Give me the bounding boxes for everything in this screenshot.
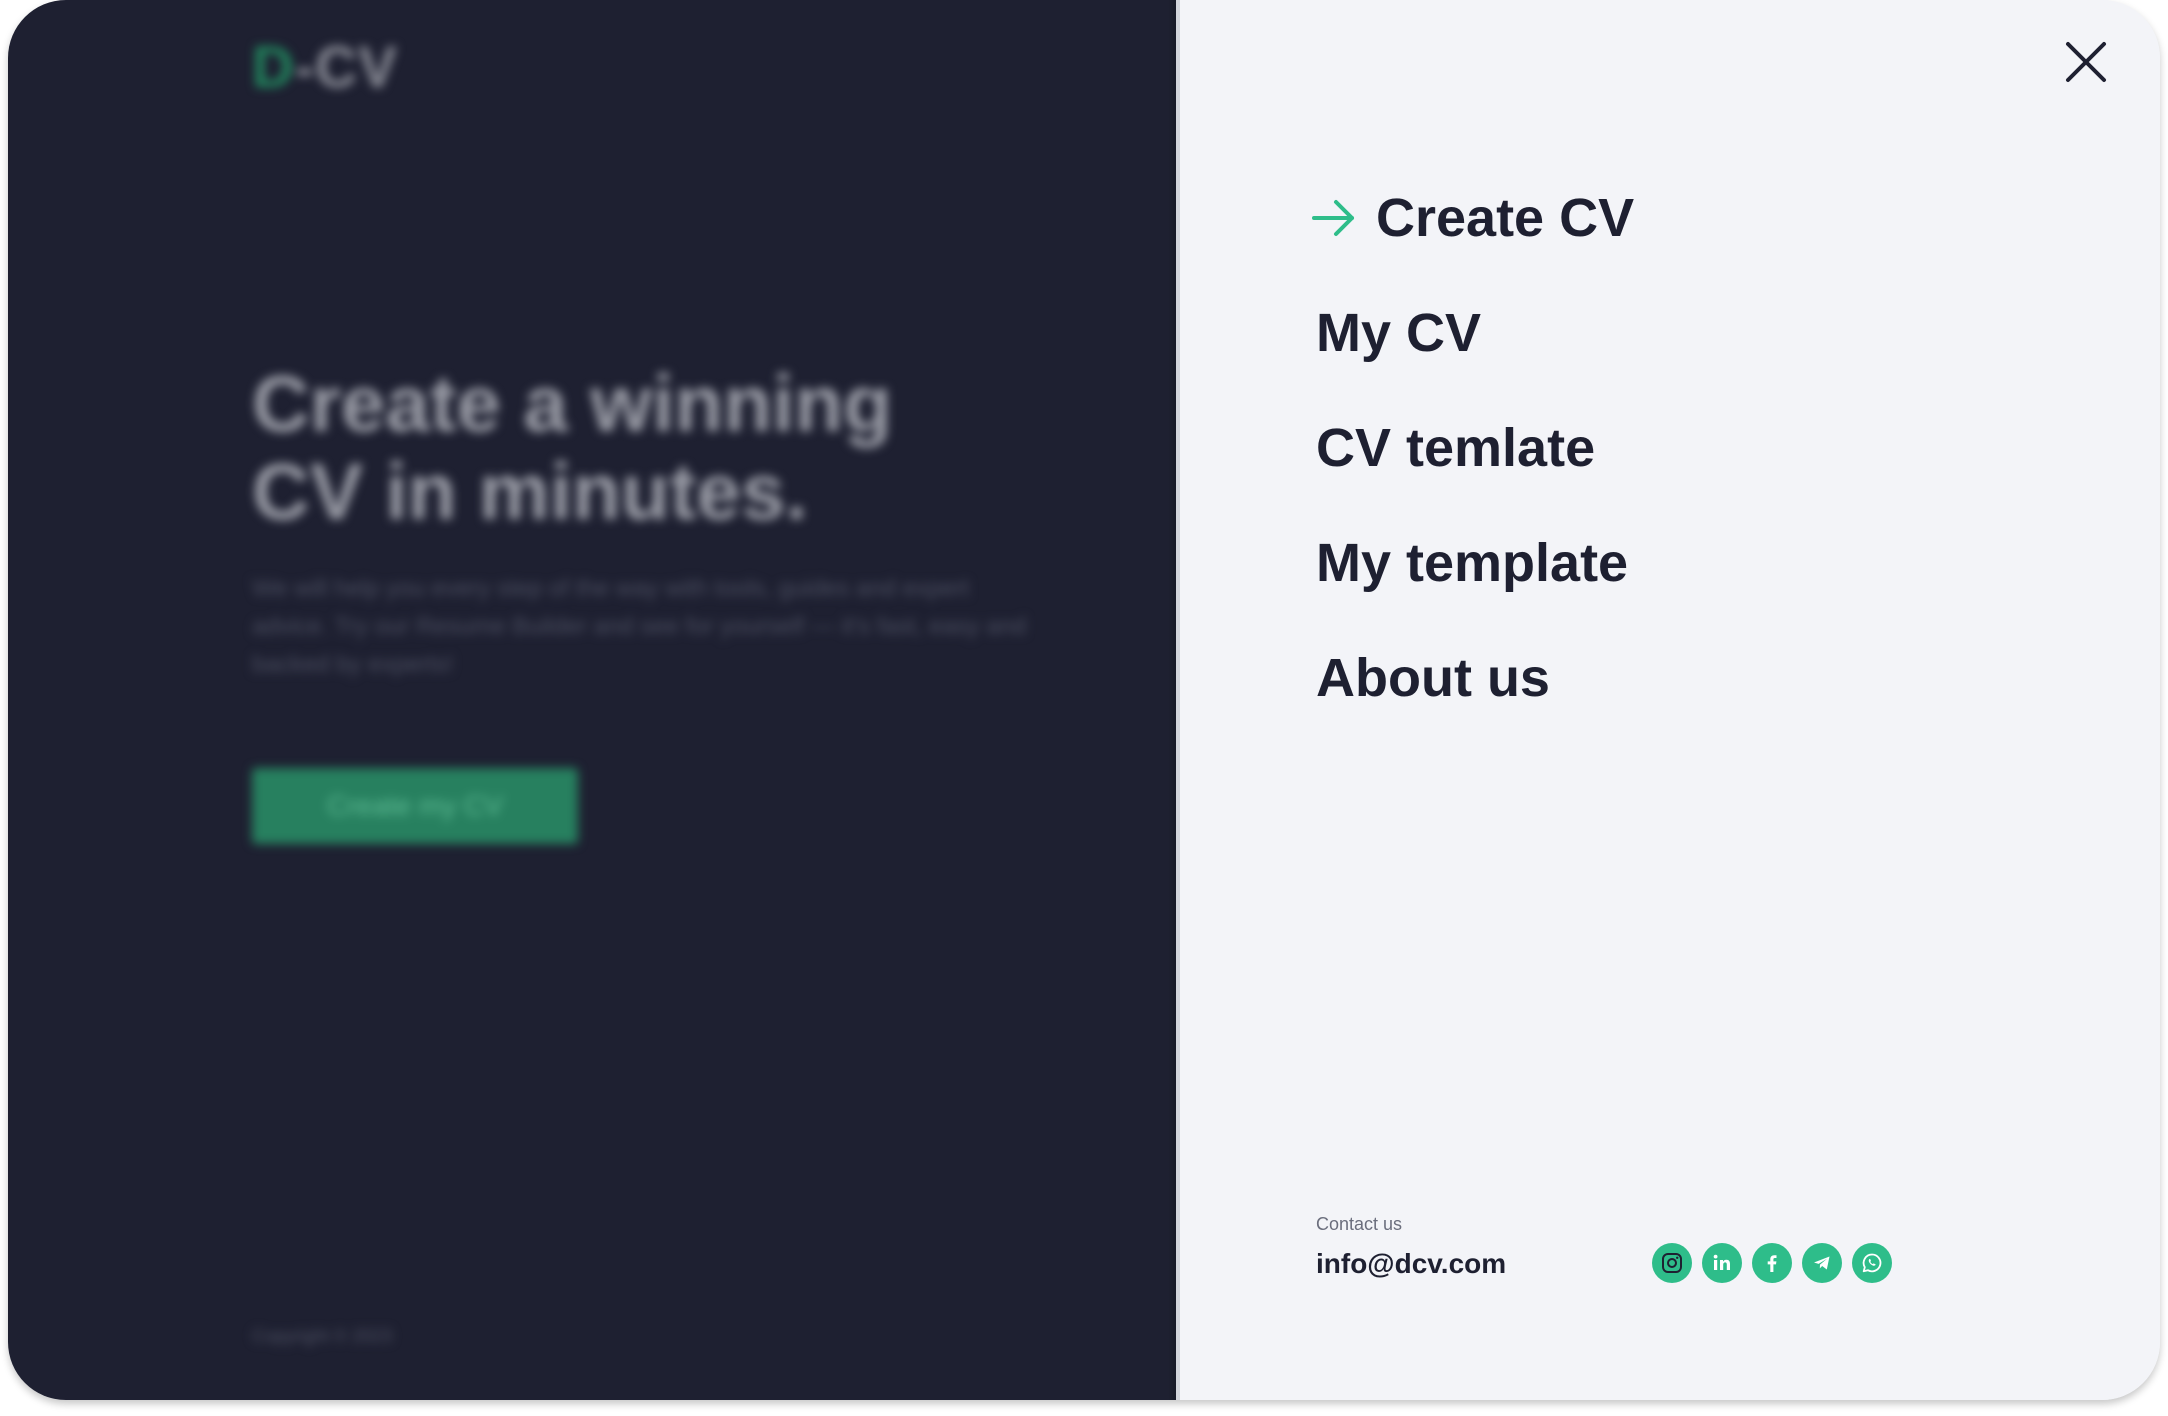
menu-item-cv-template[interactable]: CV temlate: [1316, 390, 1634, 505]
blurred-content: D-CV Create a winning CV in minutes. We w…: [8, 0, 1176, 1400]
hero-title: Create a winning CV in minutes.: [252, 360, 1012, 536]
whatsapp-button[interactable]: [1852, 1243, 1892, 1283]
menu-item-label: My CV: [1316, 302, 1482, 363]
social-links: [1652, 1243, 1892, 1283]
facebook-icon: [1767, 1255, 1777, 1272]
arrow-right-icon: [1312, 199, 1354, 236]
menu-item-label: My template: [1316, 532, 1629, 593]
menu-item-about-us[interactable]: About us: [1316, 620, 1634, 735]
contact-label: Contact us: [1316, 1214, 1403, 1234]
hero-description: We will help you every step of the way w…: [252, 575, 1027, 678]
menu-item-label: Create CV: [1376, 187, 1635, 248]
main-menu: Create CV My CV CV temlate My template A…: [1312, 160, 1634, 735]
telegram-icon: [1814, 1256, 1830, 1270]
menu-item-label: About us: [1316, 647, 1550, 708]
contact-email-link[interactable]: info@dcv.com: [1316, 1248, 1506, 1280]
menu-item-my-template[interactable]: My template: [1316, 505, 1634, 620]
app-window: D-CV Create a winning CV in minutes. We w…: [8, 0, 2160, 1400]
instagram-icon: [1662, 1253, 1682, 1273]
menu-item-create-cv[interactable]: Create CV: [1310, 160, 1634, 275]
hero-title-line1: Create a winning: [252, 359, 893, 448]
logo-accent: D: [252, 35, 295, 100]
linkedin-button[interactable]: [1702, 1243, 1742, 1283]
whatsapp-icon: [1862, 1253, 1882, 1273]
blurred-landing-page: D-CV Create a winning CV in minutes. We w…: [8, 0, 1176, 1400]
hero-title-line2: CV in minutes.: [252, 447, 808, 536]
create-my-cv-button: Create my CV: [252, 768, 578, 844]
close-icon: [2066, 42, 2106, 82]
close-button[interactable]: [2060, 36, 2112, 88]
instagram-button[interactable]: [1652, 1243, 1692, 1283]
telegram-button[interactable]: [1802, 1243, 1842, 1283]
linkedin-icon: [1713, 1254, 1730, 1270]
logo-rest: -CV: [294, 35, 398, 100]
facebook-button[interactable]: [1752, 1243, 1792, 1283]
menu-item-my-cv[interactable]: My CV: [1316, 275, 1634, 390]
copyright-text: Copyright © 2023: [252, 1326, 393, 1346]
menu-panel: Create CV My CV CV temlate My template A…: [1176, 0, 2160, 1400]
logo: D-CV: [252, 34, 398, 101]
menu-item-label: CV temlate: [1316, 417, 1596, 478]
